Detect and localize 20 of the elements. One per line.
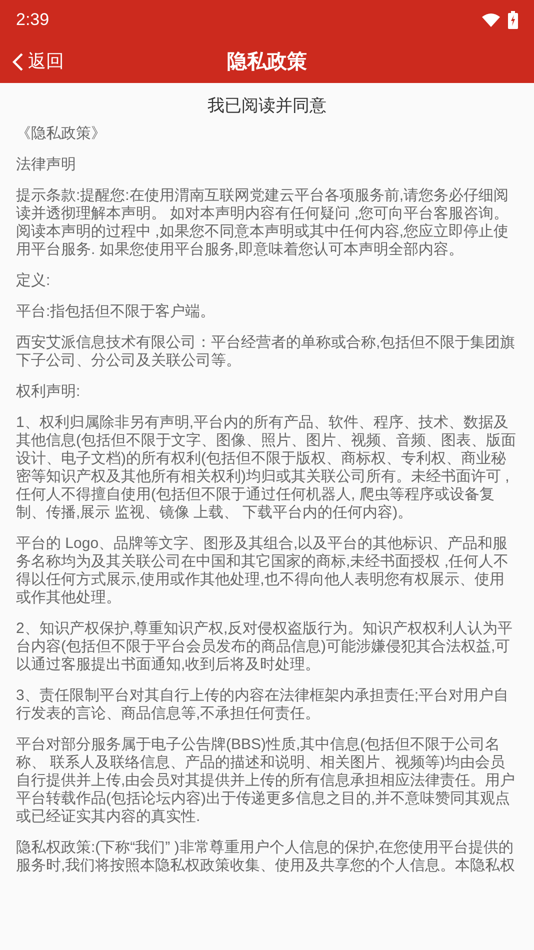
wifi-icon (482, 13, 500, 27)
policy-paragraph: 1、权利归属除非另有声明,平台内的所有产品、软件、程序、技术、数据及其他信息(包括但不限于文字、图像、照片、图片、视频、音频、图表、版面设计、电子文档)的所有权利(包括但不限于版权、商标权、专利权、商业秘密等知识产权及其他所有相关权利)均归或其关联公司所有。未经书面许可 ,任何人不得擅自使用(包括但不限于通过任何机器人, 爬虫等程序或设备复制、传播,展示 监视、镜像 上载、 下载平台内的任何内容)。 (16, 414, 517, 522)
policy-paragraph: 平台的 Logo、品牌等文字、图形及其组合,以及平台的其他标识、产品和服务名称均为及其关联公司在中国和其它国家的商标,未经书面授权 ,任何人不得以任何方式展示,使用或作其他处理,也不得向他人表明您有权展示、使用或作其他处理。 (16, 535, 510, 607)
status-time: 2:39 (16, 9, 50, 32)
page-title: 隐私政策 (227, 50, 307, 74)
policy-paragraph: 平台对部分服务属于电子公告牌(BBS)性质,其中信息(包括但不限于公司名称、 联系人及联络信息、产品的描述和说明、相关图片、视频等)均由会员自行提供并上传,由会员对其提供并上传的所有信息承担相应法律责任。用户平台转载作品(包括论坛内容)出于传递更多信息之目的,并不意味赞同其观点或已经证实其内容的真实性. (16, 736, 516, 826)
policy-paragraph: 法律声明 (16, 156, 77, 174)
policy-paragraph: 隐私权政策:(下称“我们” )非常尊重用户个人信息的保护,在您使用平台提供的服务时,我们将按照本隐私权政策收集、使用及共享您的个人信息。本隐私权 (16, 839, 516, 875)
policy-paragraph: 权利声明: (16, 383, 82, 401)
agree-heading: 我已阅读并同意 (206, 95, 328, 117)
battery-icon (508, 11, 518, 29)
policy-paragraph: 提示条款:提醒您:在使用渭南互联网党建云平台各项服务前,请您务必仔细阅读并透彻理解本声明。 如对本声明内容有任何疑问 ,您可向平台客服咨询。阅读本声明的过程中 ,如果您不同意本声明或其中任何内容,您应立即停止使用平台服务. 如果您使用平台服务,即意味着您认可本声明全部内容。 (16, 187, 510, 259)
policy-paragraph: 《隐私政策》 (16, 125, 107, 143)
policy-paragraph: 西安艾派信息技术有限公司：平台经营者的单称或合称,包括但不限于集团旗下子公司、分公司及关联公司等。 (16, 334, 516, 370)
policy-paragraph: 定义: (16, 272, 52, 290)
back-button[interactable]: 返回 (12, 40, 64, 83)
chevron-left-icon (12, 52, 24, 72)
policy-paragraph: 平台:指包括但不限于客户端。 (16, 303, 216, 321)
policy-paragraph: 3、责任限制平台对其自行上传的内容在法律框架内承担责任;平台对用户自行发表的言论、商品信息等,不承担任何责任。 (16, 687, 510, 723)
policy-paragraph: 2、知识产权保护,尊重知识产权,反对侵权盗版行为。知识产权权利人认为平台内容(包括但不限于平台会员发布的商品信息)可能涉嫌侵犯其合法权益,可以通过客服提出书面通知,收到后将及时处理。 (16, 620, 514, 674)
